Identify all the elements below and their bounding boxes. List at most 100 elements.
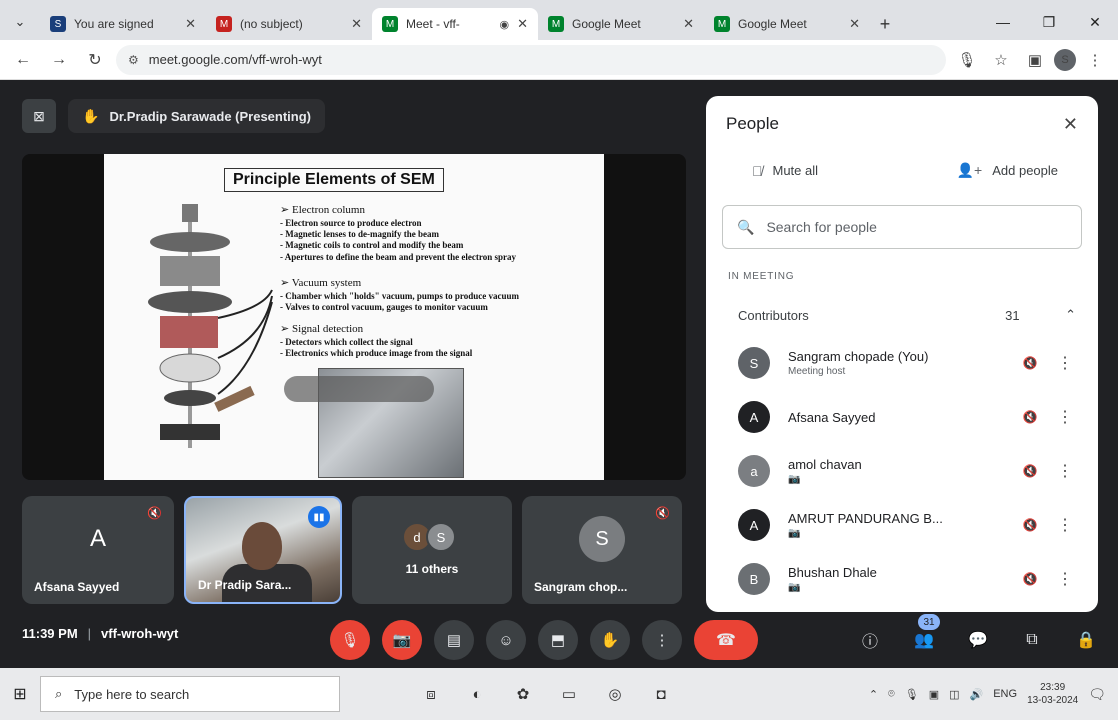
browser-tab-active[interactable]: M Meet - vff- ◉ ✕: [372, 8, 538, 40]
tab-close-icon[interactable]: ✕: [849, 16, 860, 32]
mic-off-icon[interactable]: 🔇: [1010, 572, 1050, 586]
participant-name: Dr Pradip Sara...: [198, 578, 292, 592]
chevron-up-icon[interactable]: ⌃: [1065, 307, 1076, 323]
others-tile[interactable]: d S 11 others: [352, 496, 512, 604]
activities-icon[interactable]: ⧉: [1016, 620, 1048, 660]
maximize-icon[interactable]: ❐: [1026, 14, 1072, 31]
info-icon[interactable]: ⓘ: [854, 620, 886, 660]
profile-avatar[interactable]: S: [1054, 48, 1076, 71]
participant-info: amol chavan 📷: [788, 457, 1010, 485]
participant-row[interactable]: S Sangram chopade (You) Meeting host 🔇 ⋮: [706, 336, 1098, 390]
browser-tab[interactable]: S You are signed ✕: [40, 8, 206, 40]
host-controls-icon[interactable]: 🔒: [1070, 620, 1102, 660]
display-icon[interactable]: ▣: [929, 688, 939, 701]
tab-close-icon[interactable]: ✕: [351, 16, 362, 32]
people-icon[interactable]: 31 👥: [908, 614, 940, 660]
mic-off-icon[interactable]: 🔇: [1010, 518, 1050, 532]
file-explorer-icon[interactable]: ▭: [554, 679, 584, 709]
mute-all-button[interactable]: 🎙̸ Mute all: [752, 162, 818, 179]
site-info-icon[interactable]: ⚙: [128, 53, 139, 67]
browser-tab[interactable]: M Google Meet ✕: [538, 8, 704, 40]
mic-icon[interactable]: 🎙: [905, 688, 919, 701]
task-view-icon[interactable]: ⧈: [416, 679, 446, 709]
language-indicator[interactable]: ENG: [993, 688, 1017, 700]
slide-section-title: Electron column: [291, 204, 365, 216]
forward-icon[interactable]: →: [44, 45, 74, 75]
participant-tile[interactable]: A 🔇 Afsana Sayyed: [22, 496, 174, 604]
emoji-icon[interactable]: ☺: [486, 620, 526, 660]
add-people-button[interactable]: 👤+ Add people: [957, 162, 1058, 179]
tab-close-icon[interactable]: ✕: [517, 16, 528, 32]
edge-icon[interactable]: ◐: [462, 679, 492, 709]
chrome-icon[interactable]: ◎: [600, 679, 630, 709]
slide-section-heading: ➢ Signal detection: [280, 323, 364, 335]
leave-call-icon[interactable]: ☎: [694, 620, 758, 660]
more-options-icon[interactable]: ⋮: [1050, 407, 1080, 427]
close-window-icon[interactable]: ✕: [1072, 14, 1118, 31]
app-icon[interactable]: ✿: [508, 679, 538, 709]
more-options-icon[interactable]: ⋮: [642, 620, 682, 660]
presentation-layout-icon[interactable]: ⊠: [22, 99, 56, 133]
participant-info: Sangram chopade (You) Meeting host: [788, 349, 1010, 377]
participant-tile-video[interactable]: ▮▮ Dr Pradip Sara...: [184, 496, 342, 604]
app-icon[interactable]: ◘: [646, 679, 676, 709]
add-people-label: Add people: [992, 163, 1058, 178]
participant-row[interactable]: B Bhushan Dhale 📷 🔇 ⋮: [706, 552, 1098, 606]
avatar: A: [89, 525, 106, 553]
wifi-icon[interactable]: ◫: [949, 688, 959, 701]
tab-close-icon[interactable]: ✕: [683, 16, 694, 32]
more-options-icon[interactable]: ⋮: [1050, 353, 1080, 373]
camera-off-icon: 📷: [788, 528, 801, 539]
mic-off-icon[interactable]: 🔇: [1010, 410, 1050, 424]
camera-toggle-icon[interactable]: 📷: [382, 620, 422, 660]
back-icon[interactable]: ←: [8, 45, 38, 75]
minimize-icon[interactable]: —: [980, 14, 1026, 30]
participant-row[interactable]: A Afsana Sayyed 🔇 ⋮: [706, 390, 1098, 444]
captions-icon[interactable]: ▤: [434, 620, 474, 660]
more-options-icon[interactable]: ⋮: [1050, 569, 1080, 589]
tab-close-icon[interactable]: ✕: [185, 16, 196, 32]
menu-kebab-icon[interactable]: ⋮: [1080, 45, 1110, 75]
volume-icon[interactable]: 🔊: [970, 688, 984, 701]
new-tab-button[interactable]: +: [870, 8, 900, 40]
close-icon[interactable]: ✕: [1063, 114, 1078, 135]
bookmark-star-icon[interactable]: ☆: [986, 45, 1016, 75]
mic-off-icon[interactable]: 🔇: [1010, 464, 1050, 478]
taskbar-search-input[interactable]: ⌕ Type here to search: [40, 676, 340, 712]
more-options-icon[interactable]: ⋮: [1050, 515, 1080, 535]
mic-toggle-icon[interactable]: 🎙: [330, 620, 370, 660]
system-clock[interactable]: 23:39 13-03-2024: [1027, 681, 1078, 707]
mic-off-icon[interactable]: 🔇: [1010, 356, 1050, 370]
windows-start-icon[interactable]: ⊞: [0, 674, 40, 714]
present-screen-icon[interactable]: ⬒: [538, 620, 578, 660]
tab-favicon-icon: M: [714, 16, 730, 32]
shared-screen: Principle Elements of SEM ➢ Electron col…: [22, 154, 686, 480]
participant-tile[interactable]: S 🔇 Sangram chop...: [522, 496, 682, 604]
search-people-input[interactable]: 🔍 Search for people: [722, 205, 1082, 249]
tab-search-icon[interactable]: ⌄: [0, 4, 40, 40]
browser-tab[interactable]: M (no subject) ✕: [206, 8, 372, 40]
people-count-badge: 31: [918, 614, 940, 630]
participant-row[interactable]: A AMRUT PANDURANG B... 📷 🔇 ⋮: [706, 498, 1098, 552]
participant-role: Meeting host: [788, 366, 846, 377]
raise-hand-icon[interactable]: ✋: [590, 620, 630, 660]
browser-tab[interactable]: M Google Meet ✕: [704, 8, 870, 40]
participant-row[interactable]: a amol chavan 📷 🔇 ⋮: [706, 444, 1098, 498]
side-panel-icon[interactable]: ▣: [1020, 45, 1050, 75]
caption-overlay: [284, 376, 434, 402]
contributors-header[interactable]: Contributors 31 ⌃: [706, 300, 1098, 330]
chevron-up-icon[interactable]: ⌃: [869, 688, 878, 701]
chat-icon[interactable]: 💬: [962, 620, 994, 660]
others-avatars: d S: [402, 522, 456, 553]
mic-in-use-icon[interactable]: 🎙: [952, 45, 982, 75]
reload-icon[interactable]: ↻: [80, 45, 110, 75]
tab-title: (no subject): [240, 17, 303, 31]
address-bar[interactable]: ⚙ meet.google.com/vff-wroh-wyt: [116, 44, 946, 75]
notifications-icon[interactable]: 🗨: [1088, 686, 1106, 703]
tab-favicon-icon: M: [216, 16, 232, 32]
video-face: [242, 522, 282, 570]
more-options-icon[interactable]: ⋮: [1050, 461, 1080, 481]
slide-section-heading: ➢ Vacuum system: [280, 276, 362, 289]
network-icon[interactable]: ⌾: [888, 688, 895, 701]
mic-off-icon: 🔇: [147, 506, 162, 520]
